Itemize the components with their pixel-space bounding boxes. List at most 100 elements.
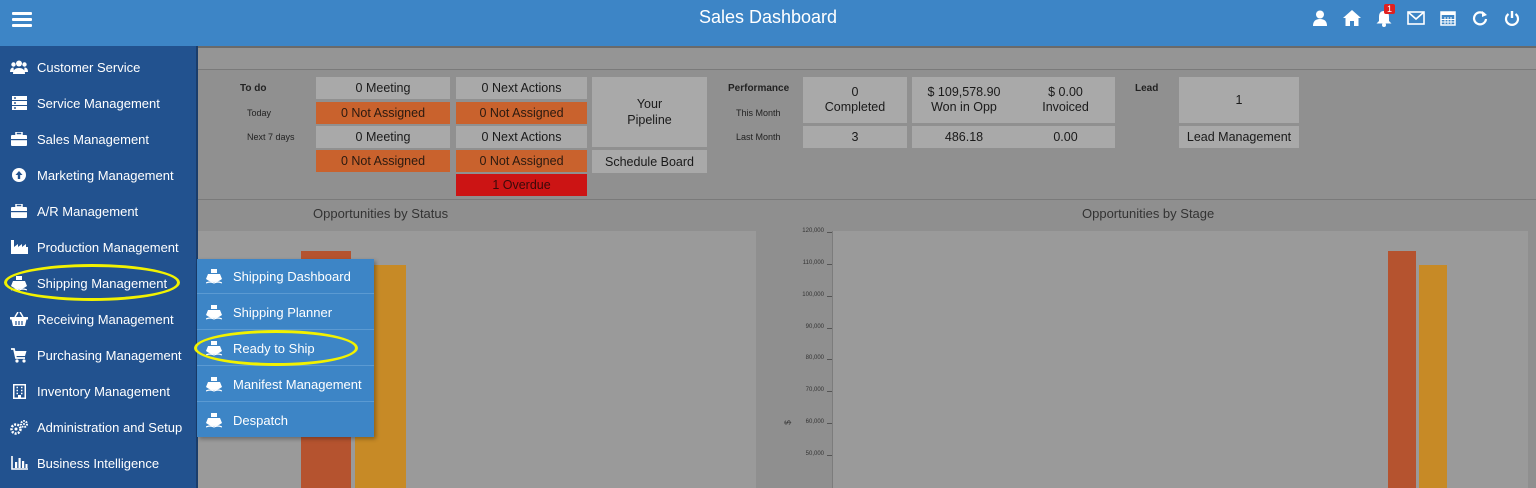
completed-label: Completed <box>824 100 886 114</box>
won-label: Won in Opp <box>931 100 997 114</box>
today-meeting-unassigned-cell[interactable]: 0 Not Assigned <box>316 102 450 124</box>
gears-icon <box>9 419 29 435</box>
chart-stage-ytick: 70,000 <box>805 387 824 394</box>
sidebar-item-production-management[interactable]: Production Management <box>0 229 196 265</box>
sidebar-item-administration-and-setup[interactable]: Administration and Setup <box>0 409 196 445</box>
sidebar-item-label: Purchasing Management <box>37 347 182 363</box>
last-invoiced-cell[interactable]: 0.00 <box>1016 126 1115 148</box>
performance-heading: Performance <box>728 83 790 94</box>
toolbar-strip <box>198 48 1536 70</box>
today-actions-cell[interactable]: 0 Next Actions <box>456 77 587 99</box>
notification-badge: 1 <box>1383 4 1395 14</box>
next7-meeting-unassigned-cell[interactable]: 0 Not Assigned <box>316 150 450 172</box>
won-cell[interactable]: $ 109,578.90 Won in Opp <box>912 77 1016 123</box>
submenu-item-label: Shipping Planner <box>233 304 333 320</box>
list-icon <box>9 96 29 110</box>
today-label: Today <box>247 108 272 118</box>
next7-actions-unassigned-cell[interactable]: 0 Not Assigned <box>456 150 587 172</box>
next7-actions-cell[interactable]: 0 Next Actions <box>456 126 587 148</box>
home-icon[interactable] <box>1336 8 1368 28</box>
power-icon[interactable] <box>1496 8 1528 28</box>
arrow-up-circle-icon <box>9 168 29 182</box>
shipping-submenu: Shipping Dashboard Shipping Planner Read… <box>197 259 374 437</box>
mail-icon[interactable] <box>1400 8 1432 28</box>
cart-icon <box>9 347 29 363</box>
user-icon[interactable] <box>1304 8 1336 28</box>
sidebar-item-label: Marketing Management <box>37 167 174 183</box>
sidebar: Customer Service Service Management Sale… <box>0 46 198 488</box>
lead-count-cell[interactable]: 1 <box>1179 77 1299 123</box>
last-won-cell[interactable]: 486.18 <box>912 126 1016 148</box>
todo-heading: To do <box>240 83 267 94</box>
today-meeting-cell[interactable]: 0 Meeting <box>316 77 450 99</box>
sidebar-item-label: A/R Management <box>37 203 139 219</box>
submenu-item-manifest-management[interactable]: Manifest Management <box>197 367 374 402</box>
submenu-item-shipping-planner[interactable]: Shipping Planner <box>197 295 374 330</box>
lead-heading: Lead <box>1135 83 1159 94</box>
bell-icon[interactable]: 1 <box>1368 4 1400 28</box>
chart-stage-ytick: 60,000 <box>805 419 824 426</box>
users-icon <box>9 60 29 74</box>
invoiced-cell[interactable]: $ 0.00 Invoiced <box>1016 77 1115 123</box>
submenu-item-despatch[interactable]: Despatch <box>197 403 374 438</box>
today-actions-unassigned-cell[interactable]: 0 Not Assigned <box>456 102 587 124</box>
chart-stage-bar-2 <box>1419 265 1447 488</box>
submenu-item-label: Despatch <box>233 413 288 428</box>
sidebar-item-sales-management[interactable]: Sales Management <box>0 121 196 157</box>
next7-meeting-cell[interactable]: 0 Meeting <box>316 126 450 148</box>
won-value: $ 109,578.90 <box>927 85 1001 99</box>
sidebar-item-label: Customer Service <box>37 59 141 75</box>
sidebar-item-ar-management[interactable]: A/R Management <box>0 193 196 229</box>
submenu-item-label: Ready to Ship <box>233 340 315 356</box>
chart-stage-title: Opportunities by Stage <box>1082 206 1215 221</box>
last-month-label: Last Month <box>736 132 781 142</box>
sidebar-item-marketing-management[interactable]: Marketing Management <box>0 157 196 193</box>
refresh-icon[interactable] <box>1464 8 1496 28</box>
sidebar-item-label: Production Management <box>37 239 179 255</box>
ship-icon <box>9 275 29 291</box>
header-icons: 1 <box>1304 4 1528 28</box>
ship-icon <box>205 304 223 320</box>
chart-stage-ytick: 90,000 <box>805 323 824 330</box>
factory-icon <box>9 240 29 254</box>
completed-cell[interactable]: 0 Completed <box>803 77 907 123</box>
submenu-item-ready-to-ship[interactable]: Ready to Ship <box>197 331 374 366</box>
sidebar-item-business-intelligence[interactable]: Business Intelligence <box>0 445 196 481</box>
sidebar-item-label: Administration and Setup <box>37 419 183 435</box>
ship-icon <box>205 413 223 428</box>
sidebar-item-label: Shipping Management <box>37 275 168 291</box>
building-icon <box>9 383 29 399</box>
submenu-item-shipping-dashboard[interactable]: Shipping Dashboard <box>197 259 374 294</box>
sidebar-item-purchasing-management[interactable]: Purchasing Management <box>0 337 196 373</box>
chart-stage-ytick: 120,000 <box>802 228 824 234</box>
sidebar-item-label: Inventory Management <box>37 383 170 399</box>
ship-icon <box>205 268 223 284</box>
calendar-icon[interactable] <box>1432 8 1464 28</box>
sidebar-item-service-management[interactable]: Service Management <box>0 85 196 121</box>
pipeline-cell[interactable]: Your Pipeline <box>592 77 707 147</box>
briefcase-icon <box>9 204 29 218</box>
sidebar-item-customer-service[interactable]: Customer Service <box>0 49 196 85</box>
chart-stage-plot <box>832 231 1528 488</box>
schedule-board-cell[interactable]: Schedule Board <box>592 150 707 173</box>
basket-icon <box>9 312 29 326</box>
briefcase-icon <box>9 132 29 146</box>
sidebar-item-shipping-management[interactable]: Shipping Management <box>0 265 196 301</box>
last-completed-cell[interactable]: 3 <box>803 126 907 148</box>
submenu-item-label: Shipping Dashboard <box>233 268 351 284</box>
chart-stage-ytick: 100,000 <box>802 291 824 298</box>
chart-stage-ytick: 50,000 <box>805 451 824 457</box>
invoiced-value: $ 0.00 <box>1048 85 1083 99</box>
overdue-cell[interactable]: 1 Overdue <box>456 174 587 196</box>
this-month-label: This Month <box>736 108 781 118</box>
chart-stage-ytick: 80,000 <box>805 355 824 362</box>
ship-icon <box>205 376 223 392</box>
lead-management-cell[interactable]: Lead Management <box>1179 126 1299 148</box>
sidebar-item-label: Receiving Management <box>37 311 174 327</box>
chart-status-title: Opportunities by Status <box>313 206 449 221</box>
sidebar-item-inventory-management[interactable]: Inventory Management <box>0 373 196 409</box>
chart-stage-ytick: 110,000 <box>802 259 824 266</box>
sidebar-item-label: Service Management <box>37 95 160 111</box>
sidebar-item-receiving-management[interactable]: Receiving Management <box>0 301 196 337</box>
ship-icon <box>205 340 223 356</box>
